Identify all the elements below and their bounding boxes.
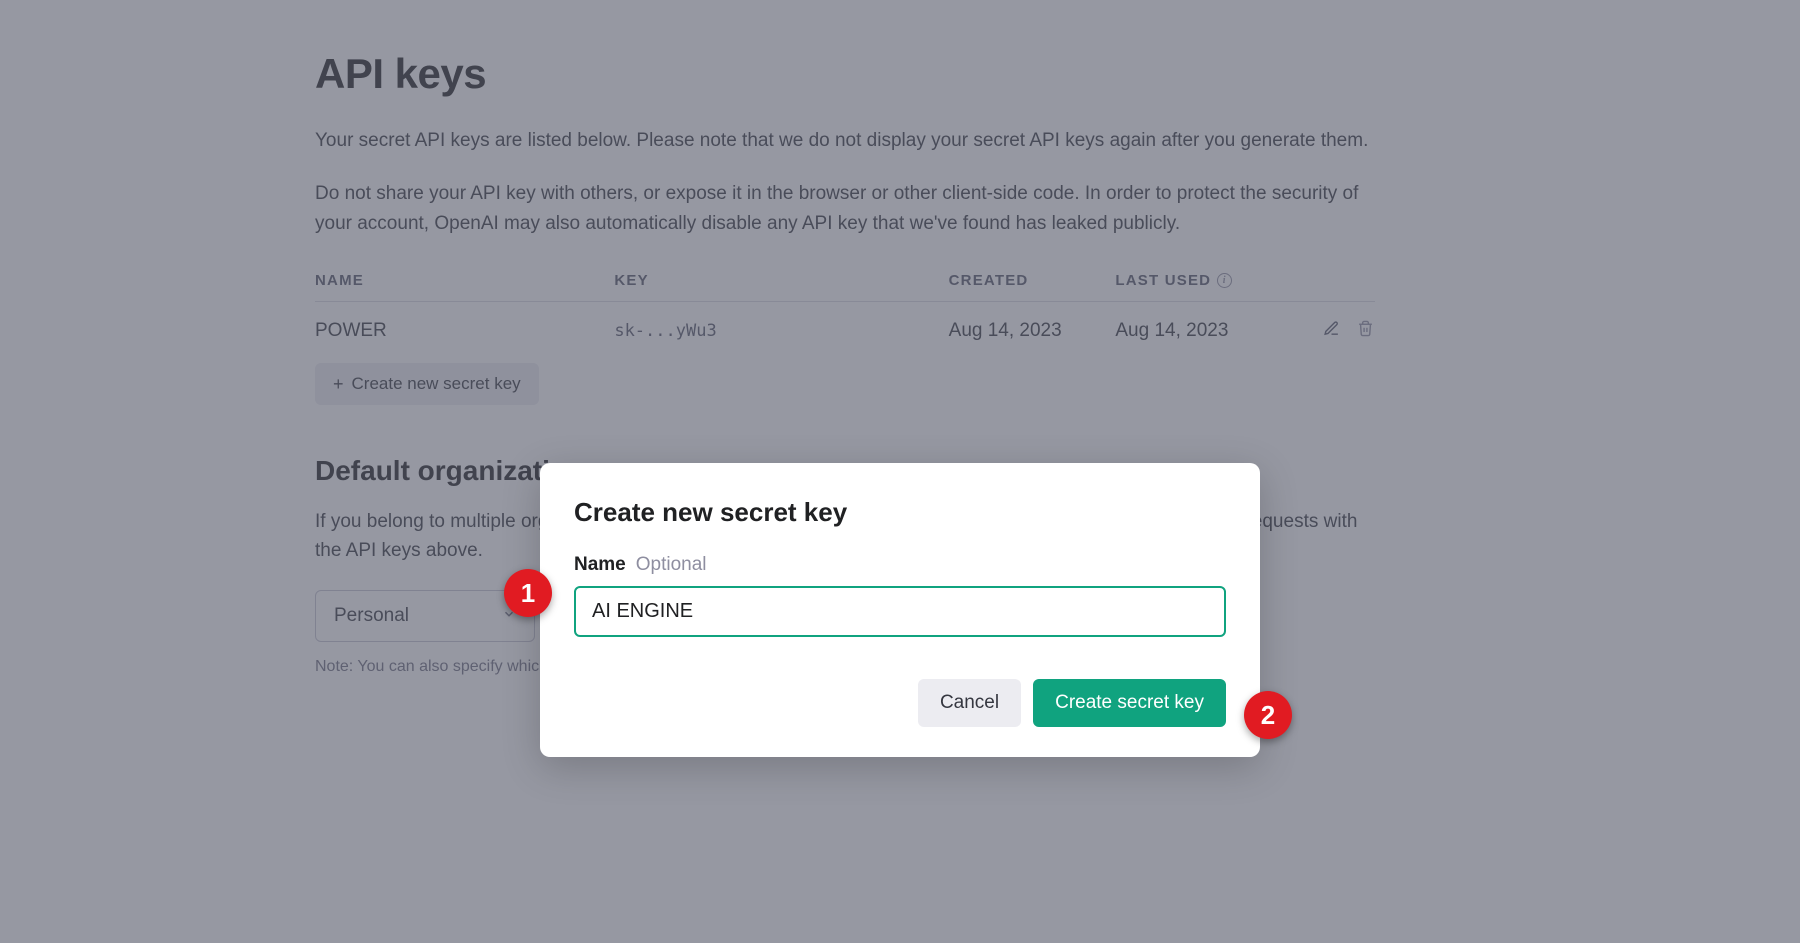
annotation-badge-2: 2 [1244,691,1292,739]
modal-title: Create new secret key [574,497,1226,528]
field-optional: Optional [636,554,707,576]
cancel-button[interactable]: Cancel [918,679,1021,727]
create-secret-key-button[interactable]: Create secret key [1033,679,1226,727]
create-secret-key-modal: 1 2 Create new secret key Name Optional … [540,463,1260,757]
modal-overlay[interactable]: 1 2 Create new secret key Name Optional … [0,0,1800,943]
annotation-badge-1: 1 [504,569,552,617]
key-name-input[interactable] [574,586,1226,637]
field-label-name: Name [574,554,626,576]
